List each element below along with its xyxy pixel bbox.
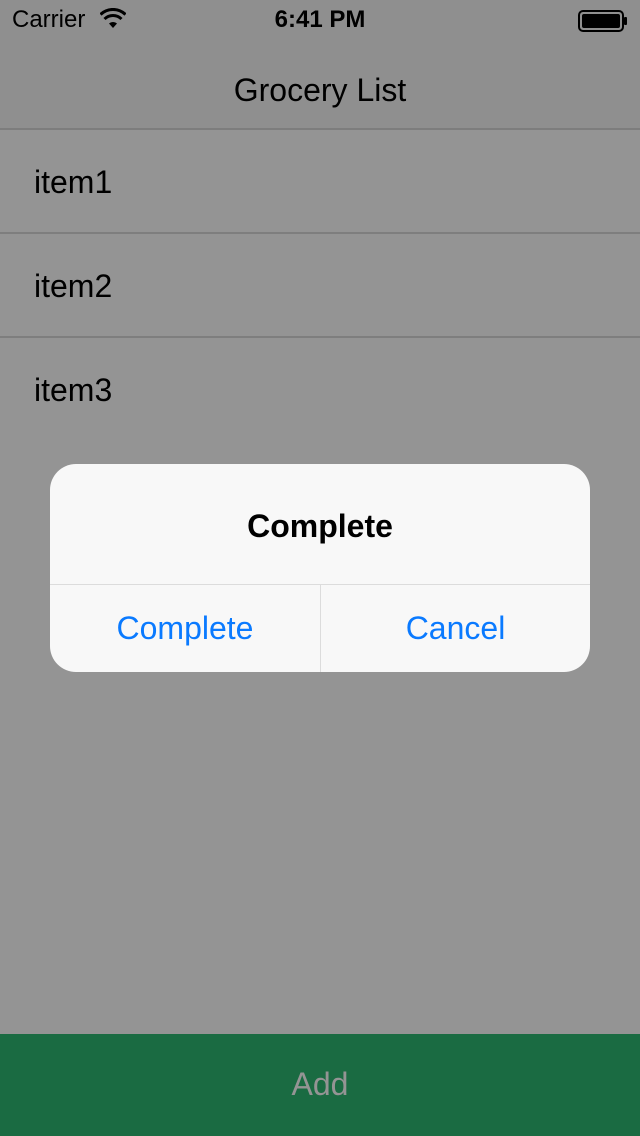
alert-dialog: Complete Complete Cancel (50, 464, 590, 672)
app-screen: Carrier 6:41 PM Grocery List item1 item2… (0, 0, 640, 1136)
alert-title: Complete (247, 508, 393, 544)
complete-button[interactable]: Complete (50, 585, 320, 672)
cancel-button[interactable]: Cancel (321, 585, 590, 672)
